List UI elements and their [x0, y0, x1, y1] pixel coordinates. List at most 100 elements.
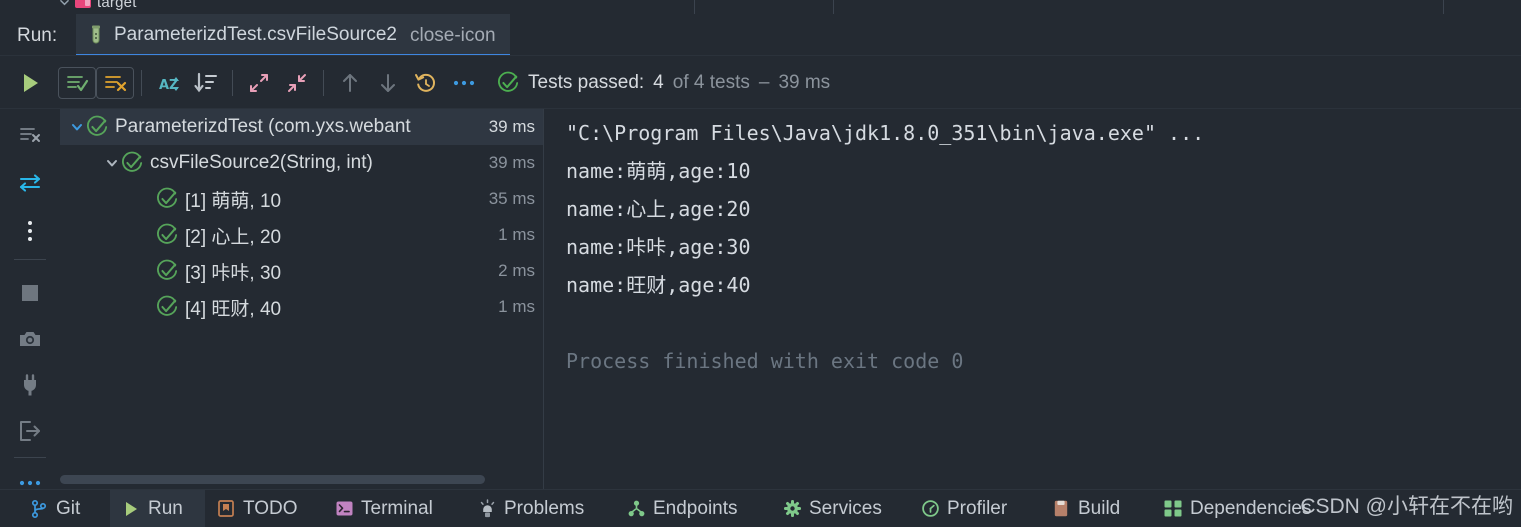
- tool-window-button-label: Services: [809, 497, 882, 519]
- tool-window-button-endpoints[interactable]: Endpoints: [615, 490, 771, 527]
- status-passed-count: 4: [653, 71, 664, 93]
- test-status: Tests passed: 4 of 4 tests – 39 ms: [497, 71, 830, 94]
- run-tab-strip: Run: ParameterizdTest.csvFileSource2 clo…: [0, 14, 1521, 56]
- ide-run-tool-window: target Run: ParameterizdTest.csvFileSour…: [0, 0, 1521, 527]
- tool-window-button-build[interactable]: Build: [1040, 490, 1152, 527]
- test-tree-row[interactable]: ParameterizdTest (com.yxs.webant 39 ms: [60, 109, 543, 145]
- tool-window-button-run[interactable]: Run: [110, 490, 205, 527]
- test-tree-row-label: [1] 萌萌, 10: [185, 190, 282, 212]
- tool-window-button-services[interactable]: Services: [771, 490, 909, 527]
- tree-horizontal-scrollbar-thumb[interactable]: [60, 475, 485, 484]
- test-runner-toolbar: AZ Tests passed: 4 of 4 tests – 39 ms: [0, 56, 1521, 109]
- play-icon: [24, 73, 38, 92]
- tool-window-button-label: TODO: [243, 497, 298, 519]
- show-ignored-button[interactable]: [96, 64, 134, 102]
- plug-icon[interactable]: [12, 367, 48, 403]
- test-tree-row[interactable]: [4] 旺财, 40 1 ms: [60, 289, 543, 325]
- console-output[interactable]: "C:\Program Files\Java\jdk1.8.0_351\bin\…: [552, 109, 1521, 489]
- tool-window-button-label: Terminal: [361, 497, 433, 519]
- play-icon: [122, 500, 140, 518]
- test-tube-icon: [88, 25, 104, 45]
- tool-window-button-label: Endpoints: [653, 497, 738, 519]
- console-line: "C:\Program Files\Java\jdk1.8.0_351\bin\…: [566, 121, 1205, 145]
- test-tree-row-label: [2] 心上, 20: [185, 226, 282, 248]
- tool-window-button-label: Git: [56, 497, 81, 519]
- test-tree-row-label: ParameterizdTest (com.yxs.webant: [115, 116, 411, 137]
- collapse-all-button[interactable]: [278, 64, 316, 102]
- more-options-button[interactable]: [445, 64, 483, 102]
- project-tree-label: target: [97, 0, 137, 11]
- check-circle-icon: [497, 71, 519, 94]
- tool-window-button-label: Dependencies: [1190, 497, 1312, 519]
- problems-icon: [478, 498, 496, 518]
- show-passed-button[interactable]: [58, 64, 96, 102]
- folder-icon: [75, 0, 91, 8]
- close-icon[interactable]: close-icon: [410, 26, 496, 45]
- previous-failed-button[interactable]: [331, 64, 369, 102]
- top-divider-3: [1443, 0, 1444, 14]
- more-horizontal-icon: [453, 80, 475, 85]
- test-tree-row[interactable]: [3] 咔咔, 30 2 ms: [60, 253, 543, 289]
- watermark: CSDN @小轩在不在哟: [1300, 495, 1513, 518]
- dependencies-icon: [1164, 500, 1182, 518]
- test-results-tree[interactable]: ParameterizdTest (com.yxs.webant 39 ms csv…: [60, 109, 543, 489]
- check-circle-icon: [86, 115, 108, 138]
- gutter-separator-2: [14, 457, 46, 458]
- stop-icon[interactable]: [12, 275, 48, 311]
- project-tree-row-target[interactable]: target: [60, 0, 137, 12]
- tab-parameterizdtest[interactable]: ParameterizdTest.csvFileSource2 close-ic…: [76, 14, 510, 56]
- console-line: name:咔咔,age:30: [566, 235, 751, 259]
- test-tree-row[interactable]: [1] 萌萌, 10 35 ms: [60, 181, 543, 217]
- toolbar-separator-1: [141, 69, 142, 96]
- next-failed-button[interactable]: [369, 64, 407, 102]
- chevron-down-icon[interactable]: [68, 109, 86, 145]
- endpoints-icon: [627, 500, 645, 518]
- tool-window-button-profiler[interactable]: Profiler: [909, 490, 1040, 527]
- chevron-down-icon[interactable]: [103, 145, 121, 181]
- vertical-more-icon[interactable]: [12, 213, 48, 249]
- console-line: name:旺财,age:40: [566, 273, 751, 297]
- tool-window-button-todo[interactable]: TODO: [205, 490, 323, 527]
- expand-icon: [250, 73, 268, 92]
- list-check-icon: [58, 66, 96, 99]
- test-tree-row-duration: 1 ms: [498, 225, 535, 244]
- project-tree-peek: target: [0, 0, 1521, 14]
- toggle-auto-scroll-icon[interactable]: [12, 165, 48, 201]
- console-line: Process finished with exit code 0: [566, 349, 964, 373]
- console-line: name:心上,age:20: [566, 197, 751, 221]
- tab-title: ParameterizdTest.csvFileSource2: [114, 24, 397, 45]
- test-tree-row-label: csvFileSource2(String, int): [150, 152, 373, 173]
- arrow-down-icon: [381, 73, 395, 92]
- console-line: name:萌萌,age:10: [566, 159, 751, 183]
- hide-passed-icon[interactable]: [12, 117, 48, 153]
- run-label: Run:: [17, 25, 58, 46]
- rerun-button[interactable]: [12, 64, 50, 102]
- chevron-down-icon[interactable]: [60, 0, 69, 7]
- status-separator: –: [758, 71, 770, 93]
- sort-by-duration-button[interactable]: [187, 64, 225, 102]
- panel-splitter[interactable]: [543, 109, 544, 489]
- sort-duration-icon: [194, 72, 217, 92]
- test-history-button[interactable]: [407, 64, 445, 102]
- test-tree-row[interactable]: [2] 心上, 20 1 ms: [60, 217, 543, 253]
- sort-alphabetically-button[interactable]: AZ: [149, 64, 187, 102]
- status-of-tests: of 4 tests: [672, 71, 750, 93]
- tool-window-button-terminal[interactable]: Terminal: [323, 490, 466, 527]
- expand-all-button[interactable]: [240, 64, 278, 102]
- status-prefix: Tests passed:: [528, 71, 645, 93]
- check-circle-icon: [156, 295, 178, 318]
- test-tree-row-duration: 39 ms: [488, 117, 535, 136]
- test-tree-row-duration: 2 ms: [498, 261, 535, 280]
- sort-az-icon: AZ: [159, 76, 179, 93]
- tool-window-button-label: Problems: [504, 497, 585, 519]
- todo-icon: [217, 500, 235, 518]
- tool-window-button-git[interactable]: Git: [18, 490, 110, 527]
- export-icon[interactable]: [12, 413, 48, 449]
- services-gear-icon: [783, 500, 801, 518]
- camera-icon[interactable]: [12, 321, 48, 357]
- tool-window-button-problems[interactable]: Problems: [466, 490, 615, 527]
- test-tree-row-label: [4] 旺财, 40: [185, 298, 282, 320]
- test-tree-row[interactable]: csvFileSource2(String, int) 39 ms: [60, 145, 543, 181]
